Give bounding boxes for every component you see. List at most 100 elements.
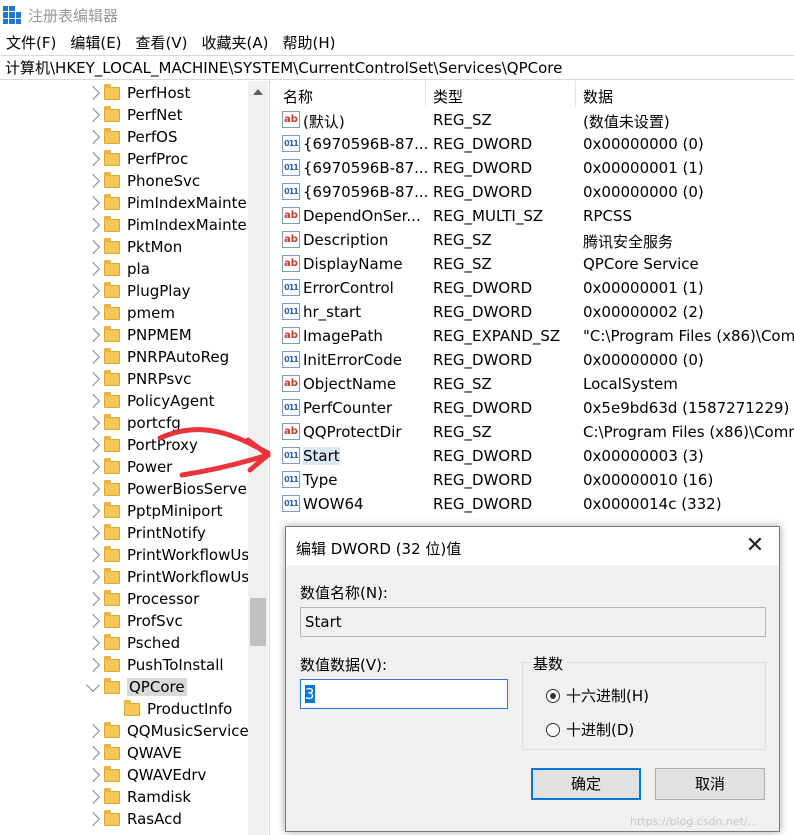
- scroll-up-arrow-icon[interactable]: [253, 89, 263, 95]
- hex-radio-option[interactable]: 十六进制(H): [546, 685, 649, 706]
- table-row[interactable]: ab Description REG_SZ 腾讯安全服务: [277, 228, 794, 252]
- chevron-right-icon[interactable]: [85, 591, 101, 607]
- chevron-right-icon[interactable]: [85, 525, 101, 541]
- decimal-radio-button[interactable]: [546, 722, 560, 737]
- table-row[interactable]: ab DependOnSer... REG_MULTI_SZ RPCSS: [277, 204, 794, 228]
- tree-item[interactable]: PNPMEM: [85, 324, 192, 346]
- table-row[interactable]: 011 ErrorControl REG_DWORD 0x00000001 (1): [277, 276, 794, 300]
- table-row[interactable]: 011 {6970596B-87... REG_DWORD 0x00000000 (0…: [277, 132, 794, 156]
- chevron-right-icon[interactable]: [85, 217, 101, 233]
- tree-scrollbar-thumb[interactable]: [250, 598, 266, 646]
- chevron-right-icon[interactable]: [85, 767, 101, 783]
- chevron-right-icon[interactable]: [85, 723, 101, 739]
- table-row[interactable]: 011 Type REG_DWORD 0x00000010 (16): [277, 468, 794, 492]
- decimal-radio-option[interactable]: 十进制(D): [546, 719, 634, 740]
- tree-item[interactable]: pmem: [85, 302, 175, 324]
- chevron-down-icon[interactable]: [85, 677, 101, 693]
- tree-item[interactable]: QWAVEdrv: [85, 764, 206, 786]
- table-row[interactable]: 011 InitErrorCode REG_DWORD 0x00000000 (0): [277, 348, 794, 372]
- ok-button[interactable]: 确定: [531, 768, 641, 800]
- chevron-right-icon[interactable]: [85, 327, 101, 343]
- tree-item[interactable]: ProfSvc: [85, 610, 183, 632]
- value-data-input[interactable]: 3: [300, 679, 508, 709]
- chevron-right-icon[interactable]: [85, 745, 101, 761]
- menu-favorites[interactable]: 收藏夹(A): [202, 32, 269, 53]
- tree-item[interactable]: PowerBiosServe: [85, 478, 247, 500]
- chevron-right-icon[interactable]: [85, 305, 101, 321]
- tree-item[interactable]: PerfHost: [85, 82, 190, 104]
- tree-item[interactable]: Power: [85, 456, 172, 478]
- tree-item[interactable]: PerfNet: [85, 104, 183, 126]
- chevron-right-icon[interactable]: [85, 151, 101, 167]
- table-row[interactable]: 011 Start REG_DWORD 0x00000003 (3): [277, 444, 794, 468]
- chevron-right-icon[interactable]: [85, 415, 101, 431]
- chevron-right-icon[interactable]: [85, 789, 101, 805]
- chevron-right-icon[interactable]: [85, 85, 101, 101]
- tree-item[interactable]: ProductInfo: [108, 698, 232, 720]
- table-row[interactable]: 011 {6970596B-87... REG_DWORD 0x00000000 (0…: [277, 180, 794, 204]
- table-row[interactable]: ab ImagePath REG_EXPAND_SZ "C:\Program File…: [277, 324, 794, 348]
- column-header-name[interactable]: 名称: [283, 86, 313, 107]
- tree-item[interactable]: PNRPAutoReg: [85, 346, 229, 368]
- tree-item[interactable]: PerfProc: [85, 148, 188, 170]
- tree-item[interactable]: pla: [85, 258, 150, 280]
- chevron-right-icon[interactable]: [85, 657, 101, 673]
- cancel-button[interactable]: 取消: [655, 768, 765, 800]
- chevron-right-icon[interactable]: [85, 437, 101, 453]
- chevron-right-icon[interactable]: [85, 459, 101, 475]
- tree-item[interactable]: QQMusicService: [85, 720, 249, 742]
- chevron-right-icon[interactable]: [85, 547, 101, 563]
- tree-item[interactable]: PhoneSvc: [85, 170, 200, 192]
- table-row[interactable]: ab (默认) REG_SZ (数值未设置): [277, 108, 794, 132]
- tree-item[interactable]: PptpMiniport: [85, 500, 223, 522]
- menu-help[interactable]: 帮助(H): [282, 32, 335, 53]
- tree-item[interactable]: RasAcd: [85, 808, 182, 830]
- tree-item[interactable]: Ramdisk: [85, 786, 191, 808]
- chevron-right-icon[interactable]: [85, 481, 101, 497]
- menu-file[interactable]: 文件(F): [6, 32, 56, 53]
- tree-item[interactable]: PrintWorkflowUs: [85, 566, 249, 588]
- chevron-right-icon[interactable]: [85, 349, 101, 365]
- address-bar[interactable]: 计算机\HKEY_LOCAL_MACHINE\SYSTEM\CurrentCon…: [0, 55, 794, 80]
- tree-item[interactable]: PerfOS: [85, 126, 178, 148]
- hex-radio-button[interactable]: [546, 688, 560, 703]
- tree-item[interactable]: PktMon: [85, 236, 182, 258]
- chevron-right-icon[interactable]: [85, 569, 101, 585]
- table-row[interactable]: ab DisplayName REG_SZ QPCore Service: [277, 252, 794, 276]
- table-row[interactable]: 011 {6970596B-87... REG_DWORD 0x00000001 (1…: [277, 156, 794, 180]
- tree-item[interactable]: PortProxy: [85, 434, 198, 456]
- tree-item[interactable]: PrintNotify: [85, 522, 206, 544]
- table-row[interactable]: ab ObjectName REG_SZ LocalSystem: [277, 372, 794, 396]
- tree-item[interactable]: Psched: [85, 632, 180, 654]
- chevron-right-icon[interactable]: [85, 613, 101, 629]
- table-row[interactable]: 011 WOW64 REG_DWORD 0x0000014c (332): [277, 492, 794, 516]
- column-header-data[interactable]: 数据: [583, 86, 613, 107]
- tree-item[interactable]: PushToInstall: [85, 654, 224, 676]
- tree-item[interactable]: PolicyAgent: [85, 390, 215, 412]
- chevron-right-icon[interactable]: [85, 195, 101, 211]
- tree-item[interactable]: QWAVE: [85, 742, 182, 764]
- table-row[interactable]: 011 PerfCounter REG_DWORD 0x5e9bd63d (15872…: [277, 396, 794, 420]
- tree-item[interactable]: PlugPlay: [85, 280, 191, 302]
- tree-item[interactable]: PimIndexMainte: [85, 192, 247, 214]
- chevron-right-icon[interactable]: [85, 503, 101, 519]
- column-header-type[interactable]: 类型: [433, 86, 463, 107]
- chevron-right-icon[interactable]: [85, 239, 101, 255]
- menu-view[interactable]: 查看(V): [136, 32, 188, 53]
- menu-edit[interactable]: 编辑(E): [70, 32, 121, 53]
- table-row[interactable]: ab QQProtectDir REG_SZ C:\Program Files (x8…: [277, 420, 794, 444]
- tree-item[interactable]: PNRPsvc: [85, 368, 191, 390]
- tree-item[interactable]: PimIndexMainte: [85, 214, 247, 236]
- tree-item[interactable]: PrintWorkflowUs: [85, 544, 249, 566]
- chevron-right-icon[interactable]: [85, 371, 101, 387]
- tree-item[interactable]: portcfg: [85, 412, 181, 434]
- chevron-right-icon[interactable]: [85, 261, 101, 277]
- chevron-right-icon[interactable]: [85, 173, 101, 189]
- tree-item[interactable]: QPCore: [85, 676, 187, 698]
- chevron-right-icon[interactable]: [85, 635, 101, 651]
- chevron-right-icon[interactable]: [85, 283, 101, 299]
- table-row[interactable]: 011 hr_start REG_DWORD 0x00000002 (2): [277, 300, 794, 324]
- tree-scrollbar[interactable]: [248, 81, 268, 835]
- chevron-right-icon[interactable]: [85, 129, 101, 145]
- tree-item[interactable]: Processor: [85, 588, 199, 610]
